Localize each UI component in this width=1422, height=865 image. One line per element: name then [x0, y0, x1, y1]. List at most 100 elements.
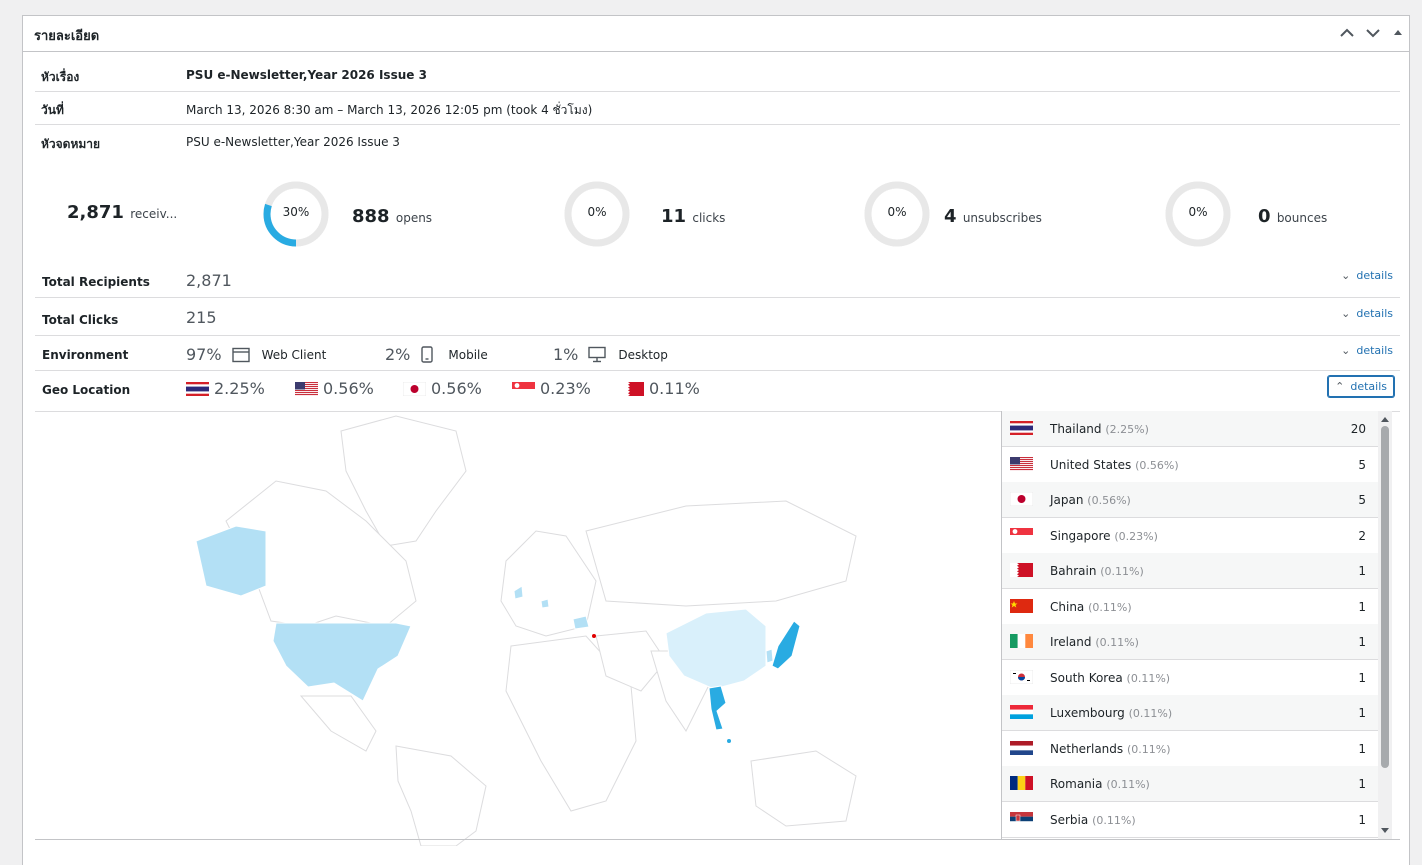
list-item[interactable]: United States (0.56%) 5 [1002, 446, 1378, 483]
list-item[interactable]: Thailand (2.25%) 20 [1002, 411, 1378, 447]
flag-icon [1010, 634, 1033, 648]
scroll-up-arrow-icon[interactable] [1378, 413, 1392, 425]
list-item[interactable]: Netherlands (0.11%) 1 [1002, 730, 1378, 767]
env-web-client-percent: 97% [186, 345, 222, 364]
country-name: Singapore (0.23%) [1050, 529, 1158, 543]
email-subject-row: หัวจดหมาย PSU e-Newsletter,Year 2026 Iss… [35, 125, 1400, 158]
total-clicks-label: Total Clicks [42, 313, 119, 327]
total-clicks-value: 215 [186, 308, 217, 327]
clicks-text: clicks [692, 211, 726, 225]
country-percent: (0.23%) [1114, 529, 1158, 543]
country-count: 5 [1358, 457, 1366, 472]
geo-top-2: 0.56% [295, 379, 374, 398]
flag-icon [1010, 598, 1033, 613]
received-text: receiv... [130, 207, 178, 221]
singapore-shape [727, 739, 731, 743]
alaska-shape [195, 525, 267, 597]
unsubscribes-number: 4 [944, 206, 957, 227]
country-percent: (2.25%) [1105, 423, 1149, 436]
country-label: Ireland [1050, 635, 1092, 649]
country-label: Bahrain [1050, 564, 1097, 578]
opens-text: opens [395, 211, 433, 225]
details-label: details [1350, 380, 1387, 393]
country-percent: (0.11%) [1100, 565, 1144, 578]
country-label: Singapore [1050, 528, 1111, 543]
country-name: Thailand (2.25%) [1050, 422, 1149, 436]
country-count: 1 [1358, 635, 1366, 649]
country-count: 1 [1358, 777, 1366, 791]
country-name: South Korea (0.11%) [1050, 671, 1170, 685]
country-label: Thailand [1050, 422, 1102, 436]
environment-details-link[interactable]: ⌄ details [1341, 344, 1393, 357]
country-list-scrollbar[interactable] [1378, 411, 1392, 839]
geo-top-3-percent: 0.56% [431, 379, 482, 398]
australia-shape [750, 750, 857, 827]
chevron-down-icon [1366, 29, 1380, 38]
divider [35, 839, 1400, 840]
country-count: 1 [1358, 670, 1366, 685]
opens-percent: 30% [282, 205, 310, 219]
list-item[interactable]: Ireland (0.11%) 1 [1002, 624, 1378, 660]
list-item[interactable]: Singapore (0.23%) 2 [1002, 517, 1378, 554]
country-label: South Korea [1050, 670, 1123, 685]
chevron-up-icon: ⌃ [1335, 380, 1345, 393]
subject-label: หัวเรื่อง [41, 70, 80, 84]
country-percent: (0.56%) [1135, 458, 1179, 472]
total-recipients-label: Total Recipients [42, 275, 150, 289]
total-recipients-details-link[interactable]: ⌄ details [1341, 269, 1393, 282]
env-web-client: 97% Web Client [186, 345, 326, 364]
flag-icon [295, 381, 318, 396]
subject-value: PSU e-Newsletter,Year 2026 Issue 3 [186, 68, 427, 82]
flag-icon [1010, 421, 1033, 435]
details-panel: รายละเอียด หัวเรื่อง PSU e-Newsletter,Ye… [22, 15, 1410, 865]
country-count: 20 [1350, 422, 1366, 436]
list-item[interactable]: China (0.11%) 1 [1002, 588, 1378, 625]
country-count: 1 [1358, 741, 1366, 756]
flag-icon [1010, 811, 1033, 826]
env-desktop: 1% Desktop [553, 345, 668, 364]
country-percent: (0.11%) [1126, 671, 1171, 685]
list-item[interactable]: Bahrain (0.11%) 1 [1002, 553, 1378, 589]
details-label: details [1356, 344, 1393, 357]
total-clicks-details-link[interactable]: ⌄ details [1341, 307, 1393, 320]
flag-icon [186, 381, 209, 396]
country-name: United States (0.56%) [1050, 458, 1179, 472]
country-label: Luxembourg [1050, 706, 1125, 720]
opens-number: 888 [352, 206, 390, 227]
country-label: Serbia [1050, 812, 1089, 827]
toggle-panel-button[interactable] [1388, 23, 1408, 43]
japan-shape [771, 620, 801, 670]
list-item[interactable]: South Korea (0.11%) 1 [1002, 659, 1378, 696]
flag-icon [621, 381, 644, 396]
country-name: Bahrain (0.11%) [1050, 564, 1144, 578]
geo-location-label: Geo Location [42, 383, 131, 397]
list-item[interactable]: Serbia (0.11%) 1 [1002, 801, 1378, 838]
world-map[interactable] [166, 411, 866, 846]
list-item[interactable]: Japan (0.56%) 5 [1002, 482, 1378, 518]
flag-icon [1010, 705, 1033, 719]
country-name: China (0.11%) [1050, 600, 1132, 614]
country-count: 1 [1358, 599, 1366, 614]
browser-window-icon [231, 347, 250, 362]
date-row: วันที่ March 13, 2026 8:30 am – March 13… [35, 91, 1400, 125]
env-mobile-label: Mobile [448, 347, 488, 362]
country-name: Luxembourg (0.11%) [1050, 706, 1172, 720]
date-value: March 13, 2026 8:30 am – March 13, 2026 … [186, 103, 593, 117]
clicks-percent: 0% [587, 205, 607, 219]
geo-location-details-link[interactable]: ⌃ details [1328, 376, 1394, 397]
country-percent: (0.11%) [1095, 636, 1139, 649]
south-america-shape [395, 745, 487, 846]
country-percent: (0.11%) [1088, 600, 1132, 614]
scrollbar-thumb[interactable] [1381, 426, 1389, 768]
scroll-down-arrow-icon[interactable] [1378, 825, 1392, 837]
country-list[interactable]: Thailand (2.25%) 20 United States (0.56%) 5… [1001, 411, 1378, 839]
geo-top-1-percent: 2.25% [214, 379, 265, 398]
country-percent: (0.11%) [1106, 778, 1150, 791]
move-up-button[interactable] [1337, 23, 1357, 43]
country-name: Ireland (0.11%) [1050, 635, 1139, 649]
country-name: Serbia (0.11%) [1050, 813, 1136, 827]
list-item[interactable]: Luxembourg (0.11%) 1 [1002, 695, 1378, 731]
move-down-button[interactable] [1363, 23, 1383, 43]
country-count: 5 [1358, 493, 1366, 507]
list-item[interactable]: Romania (0.11%) 1 [1002, 766, 1378, 802]
